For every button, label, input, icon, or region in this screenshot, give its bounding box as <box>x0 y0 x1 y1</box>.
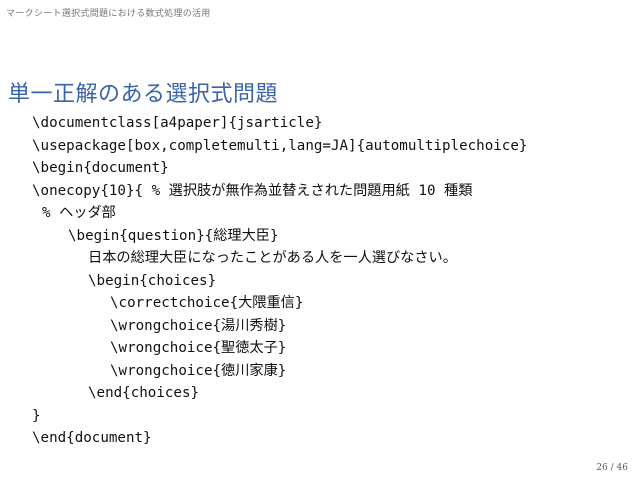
running-header: マークシート選択式問題における数式処理の活用 <box>0 0 638 28</box>
code-line: \wrongchoice{聖徳太子} <box>110 340 287 356</box>
code-line: \begin{document} <box>32 160 169 176</box>
code-line: \wrongchoice{徳川家康} <box>110 362 287 379</box>
code-line: \onecopy{10}{ % 選択肢が無作為並替えされた問題用紙 10 種類 <box>32 182 473 199</box>
code-line: % ヘッダ部 <box>42 205 116 221</box>
code-line: \end{document} <box>32 430 152 446</box>
code-line: \wrongchoice{湯川秀樹} <box>110 317 287 334</box>
page-number: 26 / 46 <box>596 463 628 473</box>
code-listing: \documentclass[a4paper]{jsarticle} \usep… <box>32 112 632 450</box>
code-line: \end{choices} <box>88 385 200 401</box>
code-line: \correctchoice{大隈重信} <box>110 295 304 311</box>
running-title: マークシート選択式問題における数式処理の活用 <box>6 9 211 19</box>
slide-title: 単一正解のある選択式問題 <box>8 82 279 107</box>
code-line: 日本の総理大臣になったことがある人を一人選びなさい。 <box>88 250 457 266</box>
code-line: \begin{choices} <box>88 272 217 289</box>
code-line: \documentclass[a4paper]{jsarticle} <box>32 115 323 131</box>
code-line: \usepackage[box,completemulti,lang=JA]{a… <box>32 137 528 154</box>
code-line: \begin{question}{総理大臣} <box>68 227 279 244</box>
code-line: } <box>32 407 41 424</box>
